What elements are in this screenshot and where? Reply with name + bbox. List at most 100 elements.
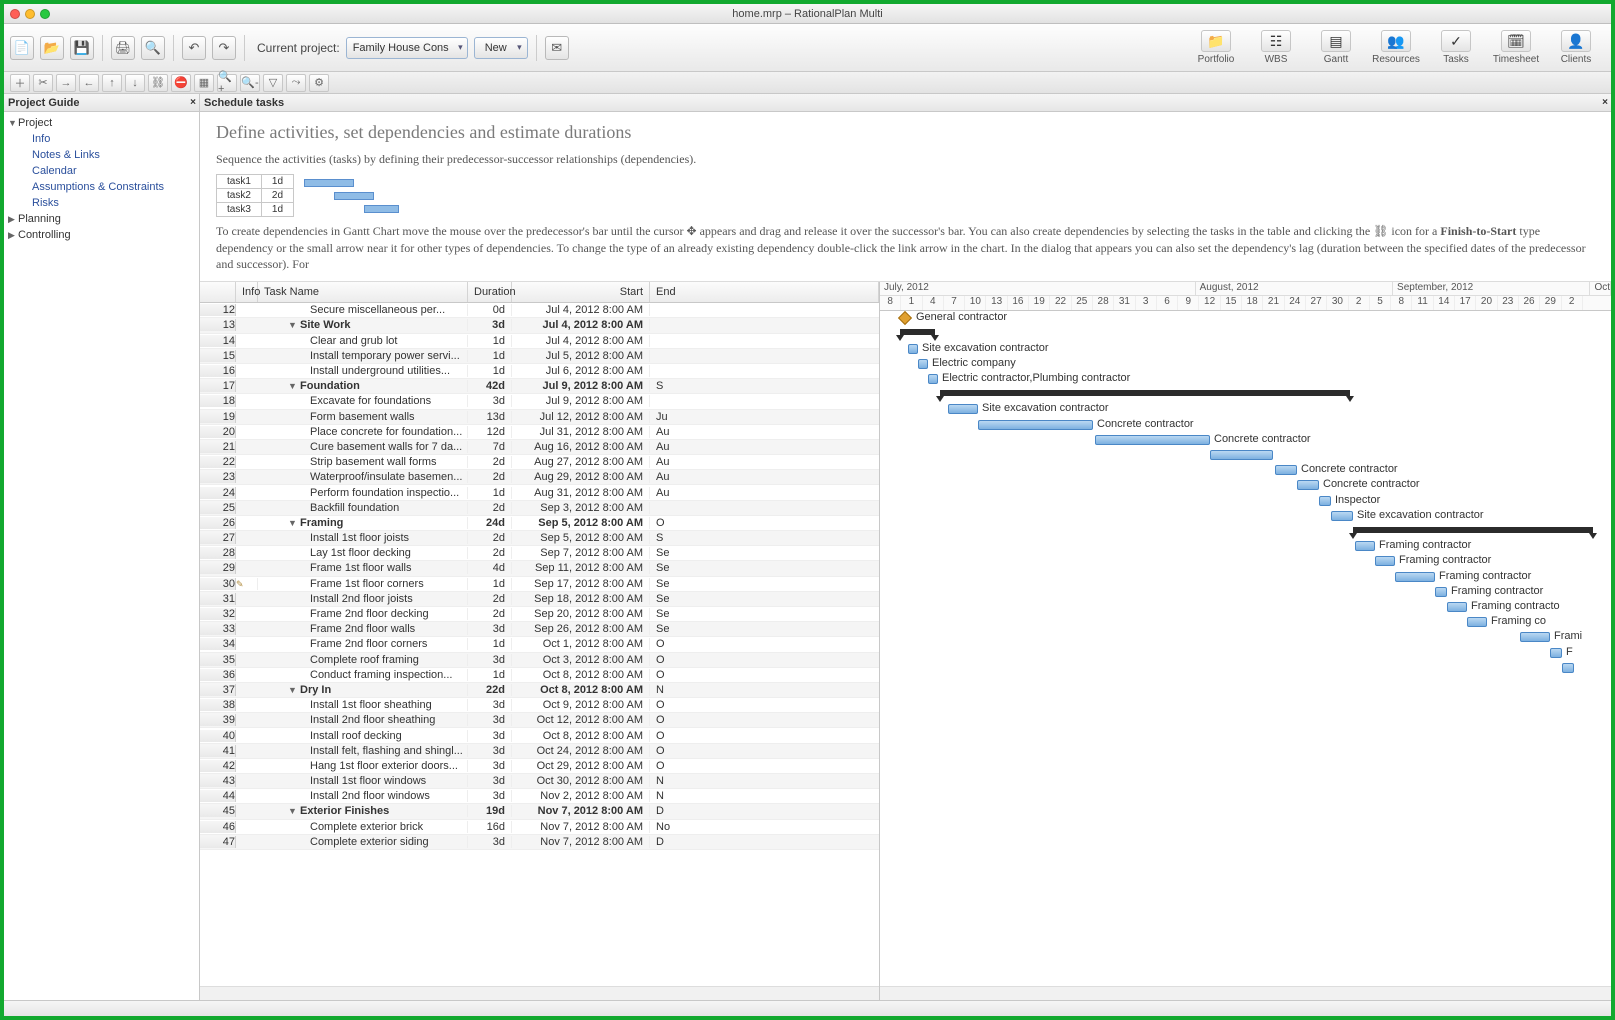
chevron-down-icon[interactable]: ▼: [288, 381, 300, 391]
col-header-name[interactable]: Task Name: [258, 282, 468, 302]
col-header-row[interactable]: [200, 282, 236, 302]
table-row[interactable]: 33Frame 2nd floor walls3dSep 26, 2012 8:…: [200, 622, 879, 637]
table-row[interactable]: 20Place concrete for foundation...12dJul…: [200, 425, 879, 440]
delete-task-button[interactable]: ✂: [33, 74, 53, 92]
task-bar[interactable]: [908, 344, 918, 354]
settings-button[interactable]: ⚙: [309, 74, 329, 92]
table-row[interactable]: 19Form basement walls13dJul 12, 2012 8:0…: [200, 410, 879, 425]
tab-clients[interactable]: 👤Clients: [1547, 30, 1605, 65]
col-header-duration[interactable]: Duration: [468, 282, 512, 302]
task-bar[interactable]: [948, 404, 978, 414]
table-row[interactable]: 38Install 1st floor sheathing3dOct 9, 20…: [200, 698, 879, 713]
chevron-down-icon[interactable]: ▼: [288, 806, 300, 816]
gantt-body[interactable]: General contractorSite excavation contra…: [880, 311, 1611, 986]
filter-button[interactable]: ▽: [263, 74, 283, 92]
table-row[interactable]: 21Cure basement walls for 7 da...7dAug 1…: [200, 440, 879, 455]
new-project-button[interactable]: New: [474, 37, 528, 59]
summary-bar[interactable]: [940, 390, 1350, 396]
task-bar[interactable]: [1520, 632, 1550, 642]
summary-bar[interactable]: [1353, 527, 1593, 533]
milestone[interactable]: [898, 311, 912, 325]
tab-portfolio[interactable]: 📁Portfolio: [1187, 30, 1245, 65]
task-bar[interactable]: [1467, 617, 1487, 627]
table-row[interactable]: 25Backfill foundation2dSep 3, 2012 8:00 …: [200, 501, 879, 516]
table-row[interactable]: 34Frame 2nd floor corners1dOct 1, 2012 8…: [200, 637, 879, 652]
table-row[interactable]: 36Conduct framing inspection...1dOct 8, …: [200, 668, 879, 683]
table-row[interactable]: 42Hang 1st floor exterior doors...3dOct …: [200, 759, 879, 774]
goto-button[interactable]: ⤳: [286, 74, 306, 92]
zoom-out-button[interactable]: 🔍-: [240, 74, 260, 92]
print-button[interactable]: 🖨: [111, 36, 135, 60]
table-row[interactable]: 26▼Framing24dSep 5, 2012 8:00 AMO: [200, 516, 879, 531]
tree-node[interactable]: ▼ Project: [4, 115, 199, 131]
summary-bar[interactable]: [900, 329, 935, 335]
chevron-down-icon[interactable]: ▼: [288, 518, 300, 528]
tree-leaf[interactable]: Info: [4, 131, 199, 147]
table-row[interactable]: 12Secure miscellaneous per...0dJul 4, 20…: [200, 303, 879, 318]
task-bar[interactable]: [1550, 648, 1562, 658]
tab-resources[interactable]: 👥Resources: [1367, 30, 1425, 65]
chevron-down-icon[interactable]: ▼: [288, 320, 300, 330]
table-row[interactable]: 35Complete roof framing3dOct 3, 2012 8:0…: [200, 653, 879, 668]
tree-leaf[interactable]: Notes & Links: [4, 147, 199, 163]
table-row[interactable]: 31Install 2nd floor joists2dSep 18, 2012…: [200, 592, 879, 607]
close-icon[interactable]: [10, 9, 20, 19]
task-bar[interactable]: [1331, 511, 1353, 521]
move-down-button[interactable]: ↓: [125, 74, 145, 92]
table-row[interactable]: 47Complete exterior siding3dNov 7, 2012 …: [200, 835, 879, 850]
table-row[interactable]: 43Install 1st floor windows3dOct 30, 201…: [200, 774, 879, 789]
table-row[interactable]: 22Strip basement wall forms2dAug 27, 201…: [200, 455, 879, 470]
tab-tasks[interactable]: ✓Tasks: [1427, 30, 1485, 65]
outdent-button[interactable]: ←: [79, 74, 99, 92]
close-panel-icon[interactable]: ×: [1602, 97, 1608, 108]
table-row[interactable]: 18Excavate for foundations3dJul 9, 2012 …: [200, 394, 879, 409]
table-row[interactable]: 23Waterproof/insulate basemen...2dAug 29…: [200, 470, 879, 485]
table-row[interactable]: 39Install 2nd floor sheathing3dOct 12, 2…: [200, 713, 879, 728]
table-row[interactable]: 17▼Foundation42dJul 9, 2012 8:00 AMS: [200, 379, 879, 394]
mail-button[interactable]: ✉: [545, 36, 569, 60]
table-row[interactable]: 46Complete exterior brick16dNov 7, 2012 …: [200, 820, 879, 835]
col-header-end[interactable]: End: [650, 282, 879, 302]
table-row[interactable]: 24Perform foundation inspectio...1dAug 3…: [200, 485, 879, 500]
maximize-icon[interactable]: [40, 9, 50, 19]
table-row[interactable]: 44Install 2nd floor windows3dNov 2, 2012…: [200, 789, 879, 804]
task-bar[interactable]: [1447, 602, 1467, 612]
chevron-down-icon[interactable]: ▼: [288, 685, 300, 695]
unlink-button[interactable]: ⛔: [171, 74, 191, 92]
tree-leaf[interactable]: Risks: [4, 195, 199, 211]
table-row[interactable]: 30✎Frame 1st floor corners1dSep 17, 2012…: [200, 577, 879, 592]
task-bar[interactable]: [978, 420, 1093, 430]
task-bar[interactable]: [928, 374, 938, 384]
task-bar[interactable]: [1355, 541, 1375, 551]
task-bar[interactable]: [1319, 496, 1331, 506]
tab-timesheet[interactable]: 🗓Timesheet: [1487, 30, 1545, 65]
task-bar[interactable]: [1395, 572, 1435, 582]
task-bar[interactable]: [1375, 556, 1395, 566]
table-row[interactable]: 27Install 1st floor joists2dSep 5, 2012 …: [200, 531, 879, 546]
tab-gantt[interactable]: ▤Gantt: [1307, 30, 1365, 65]
task-bar[interactable]: [1275, 465, 1297, 475]
table-row[interactable]: 13▼Site Work3dJul 4, 2012 8:00 AM: [200, 318, 879, 333]
col-header-info[interactable]: Info: [236, 282, 258, 302]
save-button[interactable]: 💾: [70, 36, 94, 60]
table-row[interactable]: 28Lay 1st floor decking2dSep 7, 2012 8:0…: [200, 546, 879, 561]
minimize-icon[interactable]: [25, 9, 35, 19]
table-row[interactable]: 40Install roof decking3dOct 8, 2012 8:00…: [200, 728, 879, 743]
task-bar[interactable]: [1095, 435, 1210, 445]
task-bar[interactable]: [918, 359, 928, 369]
col-header-start[interactable]: Start: [512, 282, 650, 302]
tab-wbs[interactable]: ☷WBS: [1247, 30, 1305, 65]
task-bar[interactable]: [1562, 663, 1574, 673]
tree-leaf[interactable]: Assumptions & Constraints: [4, 179, 199, 195]
task-bar[interactable]: [1297, 480, 1319, 490]
zoom-in-button[interactable]: 🔍+: [217, 74, 237, 92]
table-row[interactable]: 16Install underground utilities...1dJul …: [200, 364, 879, 379]
tree-node[interactable]: ▶ Planning: [4, 211, 199, 227]
tree-node[interactable]: ▶ Controlling: [4, 227, 199, 243]
redo-button[interactable]: ↷: [212, 36, 236, 60]
grid-body[interactable]: 12Secure miscellaneous per...0dJul 4, 20…: [200, 303, 879, 986]
table-row[interactable]: 14Clear and grub lot1dJul 4, 2012 8:00 A…: [200, 334, 879, 349]
tree-leaf[interactable]: Calendar: [4, 163, 199, 179]
table-row[interactable]: 41Install felt, flashing and shingl...3d…: [200, 744, 879, 759]
columns-button[interactable]: ▦: [194, 74, 214, 92]
